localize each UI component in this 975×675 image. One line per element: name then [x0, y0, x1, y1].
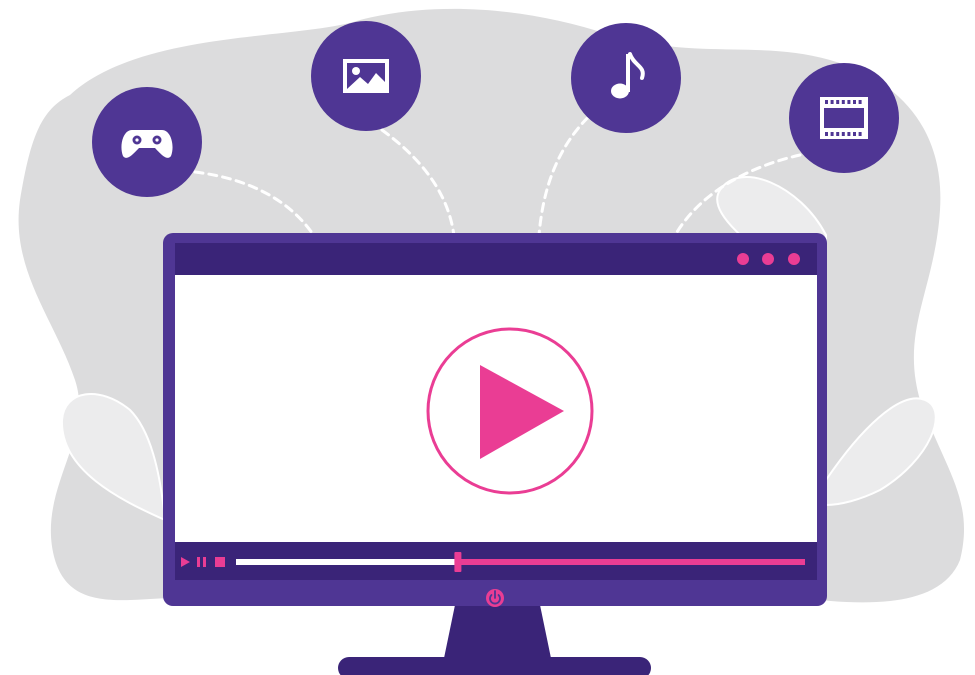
stand-neck	[443, 605, 552, 663]
window-dot[interactable]	[737, 253, 749, 265]
gamepad-icon	[92, 87, 202, 197]
progress-handle[interactable]	[454, 552, 462, 572]
progress-played	[236, 559, 458, 565]
image-icon	[311, 21, 421, 131]
window-dot[interactable]	[762, 253, 774, 265]
title-bar	[175, 243, 817, 275]
window-controls	[737, 253, 800, 265]
media-illustration	[0, 0, 975, 675]
stop-icon[interactable]	[215, 557, 225, 567]
window-dot[interactable]	[788, 253, 800, 265]
music-note-icon	[571, 23, 681, 133]
film-icon	[789, 63, 899, 173]
monitor-stand	[338, 605, 651, 675]
illustration-canvas	[18, 8, 965, 675]
power-button[interactable]	[486, 589, 504, 607]
stand-base	[338, 657, 651, 675]
